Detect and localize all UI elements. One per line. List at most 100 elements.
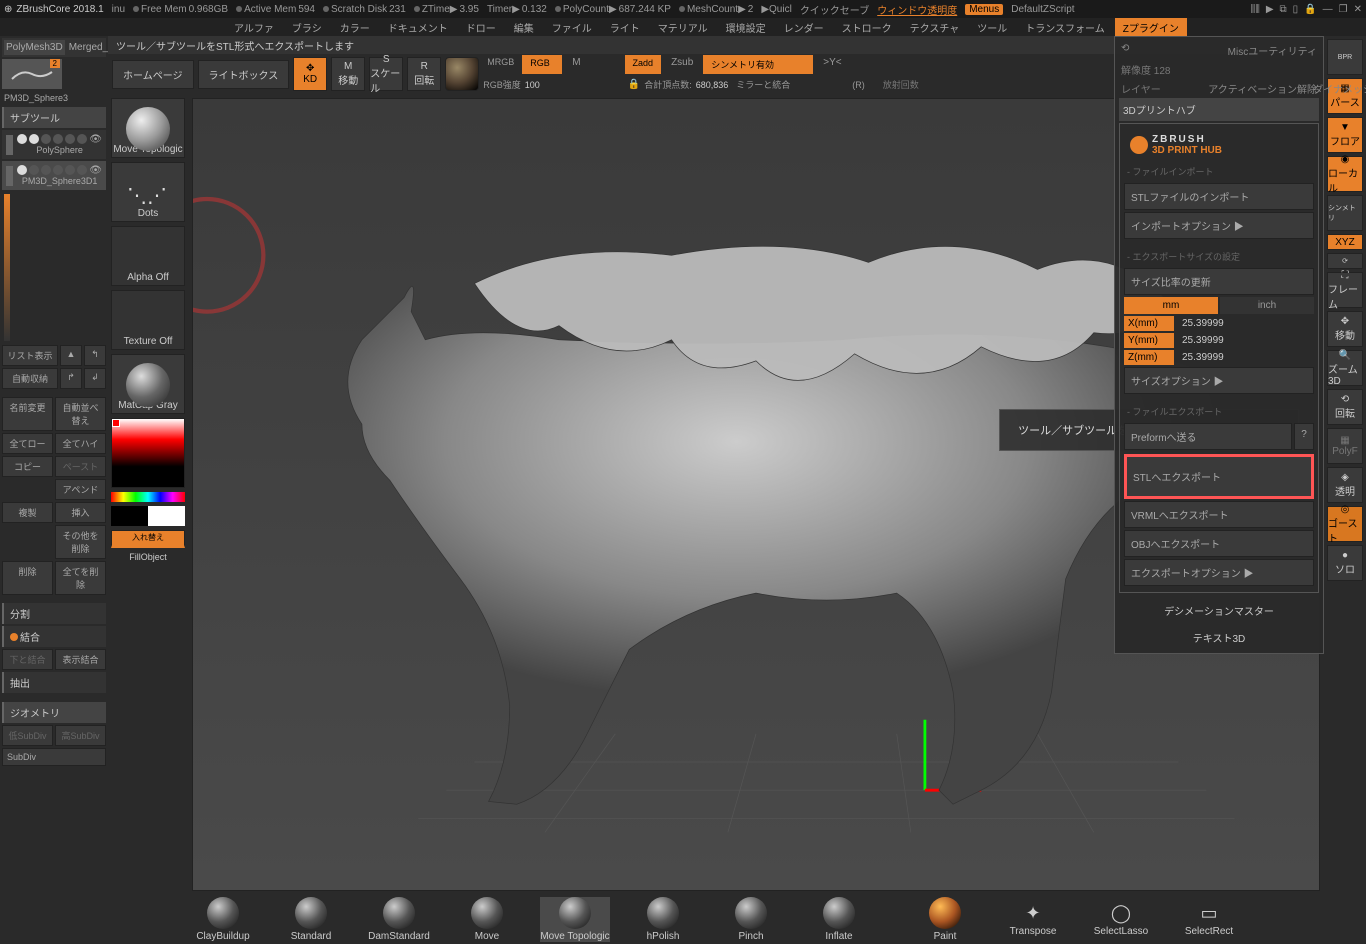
ghost-button[interactable]: ◎ゴースト — [1327, 506, 1363, 542]
restore-icon[interactable]: ❐ — [1339, 4, 1348, 15]
menu-document[interactable]: ドキュメント — [380, 18, 456, 37]
lock-icon[interactable]: 🔒 — [1304, 4, 1316, 15]
subtool-sphere3d1[interactable]: 👁 PM3D_Sphere3D1 — [2, 161, 106, 190]
move-view-button[interactable]: ✥移動 — [1327, 311, 1363, 347]
all-high-button[interactable]: 全てハイ — [55, 433, 106, 454]
menu-color[interactable]: カラー — [332, 18, 378, 37]
tab-merged[interactable]: Merged_PolySp — [67, 40, 108, 55]
import-options-button[interactable]: インポートオプション ▶ — [1124, 212, 1314, 239]
menu-transform[interactable]: トランスフォーム — [1017, 18, 1113, 37]
high-subdiv-button[interactable]: 高SubDiv — [55, 725, 106, 746]
sphere-preview[interactable] — [445, 57, 479, 91]
menu-zplugin[interactable]: Zプラグイン — [1115, 18, 1187, 37]
extract-header[interactable]: 抽出 — [2, 672, 106, 693]
menu-render[interactable]: レンダー — [776, 18, 832, 37]
bpr-button[interactable]: BPR — [1327, 39, 1363, 75]
menu-draw[interactable]: ドロー — [458, 18, 504, 37]
brush-hpolish[interactable]: hPolish — [628, 897, 698, 942]
brush-pinch[interactable]: Pinch — [716, 897, 786, 942]
color-picker[interactable] — [111, 418, 185, 488]
menu-material[interactable]: マテリアル — [650, 18, 716, 37]
tool-paint[interactable]: Paint — [910, 897, 980, 942]
texture-slot[interactable]: Texture Off — [111, 290, 185, 350]
m-button[interactable]: M — [566, 55, 586, 74]
obj-export-button[interactable]: OBJへエクスポート — [1124, 530, 1314, 557]
brush-slot-move-topo[interactable]: Move Topologic — [111, 98, 185, 158]
menu-brush[interactable]: ブラシ — [284, 18, 330, 37]
symmetry-button[interactable]: シンメトリ有効 — [703, 55, 813, 74]
eye-icon[interactable]: 👁 — [89, 165, 102, 176]
tool-selectlasso[interactable]: ◯SelectLasso — [1086, 903, 1156, 937]
mirror-button[interactable]: ミラーと統合 — [732, 76, 794, 93]
frame-button[interactable]: ⛶フレーム — [1327, 272, 1363, 308]
delete-button[interactable]: 削除 — [2, 561, 53, 595]
brush-claybuildup[interactable]: ClayBuildup — [188, 897, 258, 942]
brush-move-topologic[interactable]: Move Topologic — [540, 897, 610, 942]
rgb-button[interactable]: RGB — [522, 55, 562, 74]
append-button[interactable]: アペンド — [55, 479, 106, 500]
menu-texture[interactable]: テクスチャ — [902, 18, 968, 37]
min-icon[interactable]: ― — [1323, 4, 1333, 15]
split-header[interactable]: 分割 — [2, 603, 106, 624]
solo-button[interactable]: ●ソロ — [1327, 545, 1363, 581]
subtool-header[interactable]: サブツール — [2, 107, 106, 128]
polyf-button[interactable]: ▦PolyF — [1327, 428, 1363, 464]
preform-button[interactable]: Preformへ送る — [1124, 423, 1292, 450]
stroke-slot-dots[interactable]: ⋱⋰Dots — [111, 162, 185, 222]
delete-other-button[interactable]: その他を削除 — [55, 525, 106, 559]
misc-utility-item[interactable]: Miscユーティリティ — [1228, 43, 1317, 58]
menu-stroke[interactable]: ストローク — [834, 18, 900, 37]
mrgb-label[interactable]: MRGB — [483, 55, 518, 74]
copy-button[interactable]: コピー — [2, 456, 53, 477]
material-slot[interactable]: MatCap Gray — [111, 354, 185, 414]
print-hub-header[interactable]: 3Dプリントハブ — [1119, 98, 1319, 121]
arrow-icon[interactable]: ↰ — [84, 345, 106, 366]
arrow-right-icon[interactable]: ↱ — [60, 368, 82, 389]
quicksave-link[interactable]: クイックセーブ — [800, 2, 869, 17]
scale-mode-button[interactable]: Sスケール — [369, 57, 403, 91]
brush-inflate[interactable]: Inflate — [804, 897, 874, 942]
zadd-button[interactable]: Zadd — [625, 55, 662, 74]
size-options-button[interactable]: サイズオプション ▶ — [1124, 367, 1314, 394]
rename-button[interactable]: 名前変更 — [2, 397, 53, 431]
menu-file[interactable]: ファイル — [544, 18, 600, 37]
rotate-axis-button[interactable]: ⟳ — [1327, 253, 1363, 269]
menu-preferences[interactable]: 環境設定 — [718, 18, 774, 37]
lock-icon[interactable]: 🔒 — [628, 79, 640, 90]
vertical-slider[interactable] — [4, 194, 10, 341]
xyz-button[interactable]: XYZ — [1327, 234, 1363, 250]
arrow-up-icon[interactable]: ▲ — [60, 345, 82, 366]
subdiv-field[interactable]: SubDiv — [2, 748, 106, 766]
hue-bar[interactable] — [111, 492, 185, 502]
transparent-button[interactable]: ◈透明 — [1327, 467, 1363, 503]
unit-mm-button[interactable]: mm — [1124, 297, 1218, 314]
menu-edit[interactable]: 編集 — [506, 18, 542, 37]
stl-export-button[interactable]: STLへエクスポート — [1124, 454, 1314, 499]
menu-alpha[interactable]: アルファ — [226, 18, 282, 37]
decimation-item[interactable]: デシメーションマスター — [1119, 595, 1319, 626]
paste-button[interactable]: ペースト — [55, 456, 106, 477]
rotate-view-button[interactable]: ⟲回転 — [1327, 389, 1363, 425]
text3d-item[interactable]: テキスト3D — [1119, 626, 1319, 649]
list-show-button[interactable]: リスト表示 — [2, 345, 58, 366]
vrml-export-button[interactable]: VRMLへエクスポート — [1124, 501, 1314, 528]
zoom3d-button[interactable]: 🔍ズーム3D — [1327, 350, 1363, 386]
dim-x[interactable]: X(mm)25.39999 — [1124, 316, 1314, 331]
delete-all-button[interactable]: 全てを削除 — [55, 561, 106, 595]
move-mode-button[interactable]: M移動 — [331, 57, 365, 91]
menu-light[interactable]: ライト — [602, 18, 648, 37]
tool-selectrect[interactable]: ▭SelectRect — [1174, 903, 1244, 937]
titlebar-icon[interactable]: ⧉ — [1280, 4, 1287, 15]
floor-button[interactable]: ▼フロア — [1327, 117, 1363, 153]
duplicate-button[interactable]: 複製 — [2, 502, 53, 523]
tool-transpose[interactable]: ✦Transpose — [998, 903, 1068, 937]
titlebar-icon[interactable]: ⫼⫼ — [1251, 4, 1260, 15]
deactivate-item[interactable]: アクティベーション解除 — [1208, 81, 1317, 96]
insert-button[interactable]: 挿入 — [55, 502, 106, 523]
subtool-polysphere[interactable]: 👁 PolySphere — [2, 130, 106, 159]
autosort-button[interactable]: 自動並べ替え — [55, 397, 106, 431]
brush-damstandard[interactable]: DamStandard — [364, 897, 434, 942]
default-zscript[interactable]: DefaultZScript — [1011, 4, 1074, 15]
auto-store-button[interactable]: 自動収納 — [2, 368, 58, 389]
zsub-button[interactable]: Zsub — [665, 55, 699, 74]
